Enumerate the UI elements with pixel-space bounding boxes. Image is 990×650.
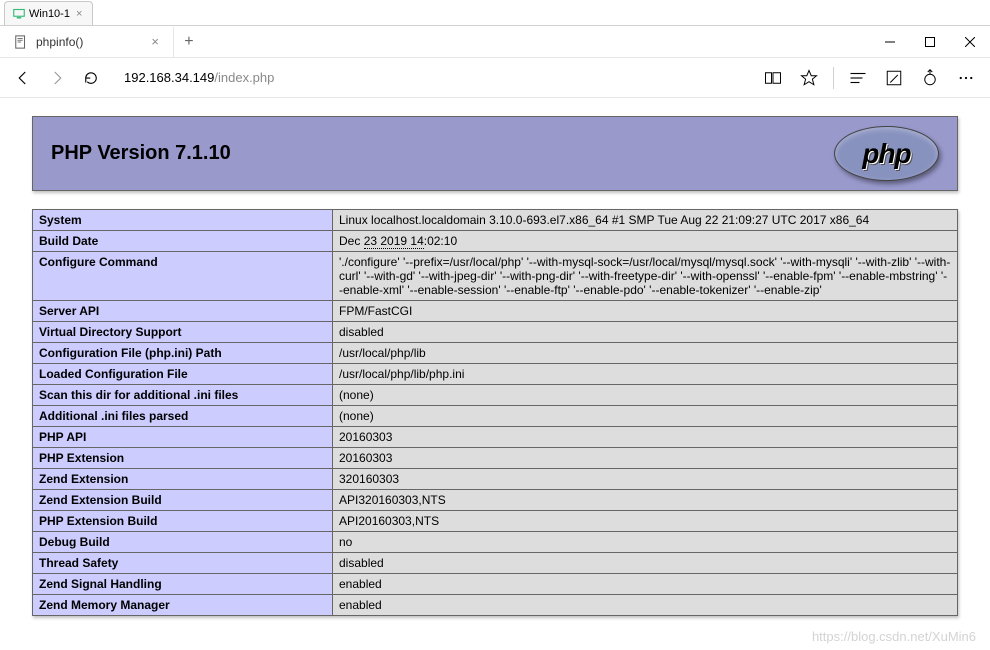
row-value: Dec 23 2019 14:02:10 <box>333 231 958 252</box>
row-value: API320160303,NTS <box>333 490 958 511</box>
maximize-button[interactable] <box>910 27 950 57</box>
new-tab-button[interactable]: + <box>174 27 204 57</box>
row-value: no <box>333 532 958 553</box>
forward-button[interactable] <box>42 63 72 93</box>
vm-tab-close-icon[interactable]: × <box>74 8 84 20</box>
url-path: /index.php <box>214 70 274 85</box>
table-row: Zend Extension BuildAPI320160303,NTS <box>33 490 958 511</box>
row-value: disabled <box>333 553 958 574</box>
row-label: Zend Signal Handling <box>33 574 333 595</box>
row-value: API20160303,NTS <box>333 511 958 532</box>
table-row: Zend Signal Handlingenabled <box>33 574 958 595</box>
row-value: Linux localhost.localdomain 3.10.0-693.e… <box>333 210 958 231</box>
row-value: enabled <box>333 574 958 595</box>
row-value: FPM/FastCGI <box>333 301 958 322</box>
notes-icon[interactable] <box>878 62 910 94</box>
row-label: Zend Memory Manager <box>33 595 333 616</box>
tab-close-icon[interactable]: × <box>151 34 159 49</box>
row-value: /usr/local/php/lib/php.ini <box>333 364 958 385</box>
minimize-button[interactable] <box>870 27 910 57</box>
table-row: Configuration File (php.ini) Path/usr/lo… <box>33 343 958 364</box>
favorite-icon[interactable] <box>793 62 825 94</box>
table-row: Scan this dir for additional .ini files(… <box>33 385 958 406</box>
more-icon[interactable] <box>950 62 982 94</box>
row-label: Scan this dir for additional .ini files <box>33 385 333 406</box>
row-value: enabled <box>333 595 958 616</box>
window-controls <box>870 27 990 57</box>
row-label: Server API <box>33 301 333 322</box>
php-version-title: PHP Version 7.1.10 <box>51 142 231 165</box>
row-value: './configure' '--prefix=/usr/local/php' … <box>333 252 958 301</box>
php-logo: php <box>834 126 939 181</box>
vm-tabbar: Win10-1 × <box>0 0 990 26</box>
row-label: Build Date <box>33 231 333 252</box>
row-label: Configure Command <box>33 252 333 301</box>
row-value: 20160303 <box>333 427 958 448</box>
row-label: PHP Extension <box>33 448 333 469</box>
row-value: (none) <box>333 406 958 427</box>
php-header-banner: PHP Version 7.1.10 php <box>32 116 958 191</box>
row-label: Debug Build <box>33 532 333 553</box>
row-label: PHP API <box>33 427 333 448</box>
toolbar-separator <box>833 67 834 89</box>
row-label: Loaded Configuration File <box>33 364 333 385</box>
browser-tab-title: phpinfo() <box>36 35 83 49</box>
back-button[interactable] <box>8 63 38 93</box>
row-label: Configuration File (php.ini) Path <box>33 343 333 364</box>
hub-icon[interactable] <box>842 62 874 94</box>
row-value: /usr/local/php/lib <box>333 343 958 364</box>
table-row: Virtual Directory Supportdisabled <box>33 322 958 343</box>
page-content: PHP Version 7.1.10 php SystemLinux local… <box>0 98 990 616</box>
row-label: PHP Extension Build <box>33 511 333 532</box>
table-row: Thread Safetydisabled <box>33 553 958 574</box>
refresh-button[interactable] <box>76 63 106 93</box>
browser-toolbar: 192.168.34.149/index.php <box>0 58 990 98</box>
browser-tab-active[interactable]: phpinfo() × <box>0 27 174 57</box>
row-value: (none) <box>333 385 958 406</box>
page-viewport: PHP Version 7.1.10 php SystemLinux local… <box>0 98 990 650</box>
table-row: PHP Extension BuildAPI20160303,NTS <box>33 511 958 532</box>
row-label: Thread Safety <box>33 553 333 574</box>
table-row: Debug Buildno <box>33 532 958 553</box>
vm-tab[interactable]: Win10-1 × <box>4 1 93 25</box>
browser-tabs: phpinfo() × + <box>0 26 990 58</box>
page-icon <box>14 35 28 49</box>
row-label: Virtual Directory Support <box>33 322 333 343</box>
table-row: PHP API20160303 <box>33 427 958 448</box>
table-row: Build DateDec 23 2019 14:02:10 <box>33 231 958 252</box>
phpinfo-table: SystemLinux localhost.localdomain 3.10.0… <box>32 209 958 616</box>
table-row: Zend Memory Managerenabled <box>33 595 958 616</box>
watermark-text: https://blog.csdn.net/XuMin6 <box>812 629 976 644</box>
table-row: Server APIFPM/FastCGI <box>33 301 958 322</box>
php-logo-text: php <box>862 138 910 170</box>
table-row: Zend Extension320160303 <box>33 469 958 490</box>
monitor-icon <box>13 8 25 20</box>
table-row: Configure Command'./configure' '--prefix… <box>33 252 958 301</box>
vm-tab-title: Win10-1 <box>29 8 70 20</box>
table-row: SystemLinux localhost.localdomain 3.10.0… <box>33 210 958 231</box>
row-label: System <box>33 210 333 231</box>
url-domain: 192.168.34.149 <box>124 70 214 85</box>
row-label: Zend Extension Build <box>33 490 333 511</box>
share-icon[interactable] <box>914 62 946 94</box>
row-value: 320160303 <box>333 469 958 490</box>
row-label: Additional .ini files parsed <box>33 406 333 427</box>
row-value: disabled <box>333 322 958 343</box>
reading-view-icon[interactable] <box>757 62 789 94</box>
close-window-button[interactable] <box>950 27 990 57</box>
table-row: Loaded Configuration File/usr/local/php/… <box>33 364 958 385</box>
address-bar[interactable]: 192.168.34.149/index.php <box>118 64 468 92</box>
table-row: Additional .ini files parsed(none) <box>33 406 958 427</box>
row-value: 20160303 <box>333 448 958 469</box>
row-label: Zend Extension <box>33 469 333 490</box>
table-row: PHP Extension20160303 <box>33 448 958 469</box>
